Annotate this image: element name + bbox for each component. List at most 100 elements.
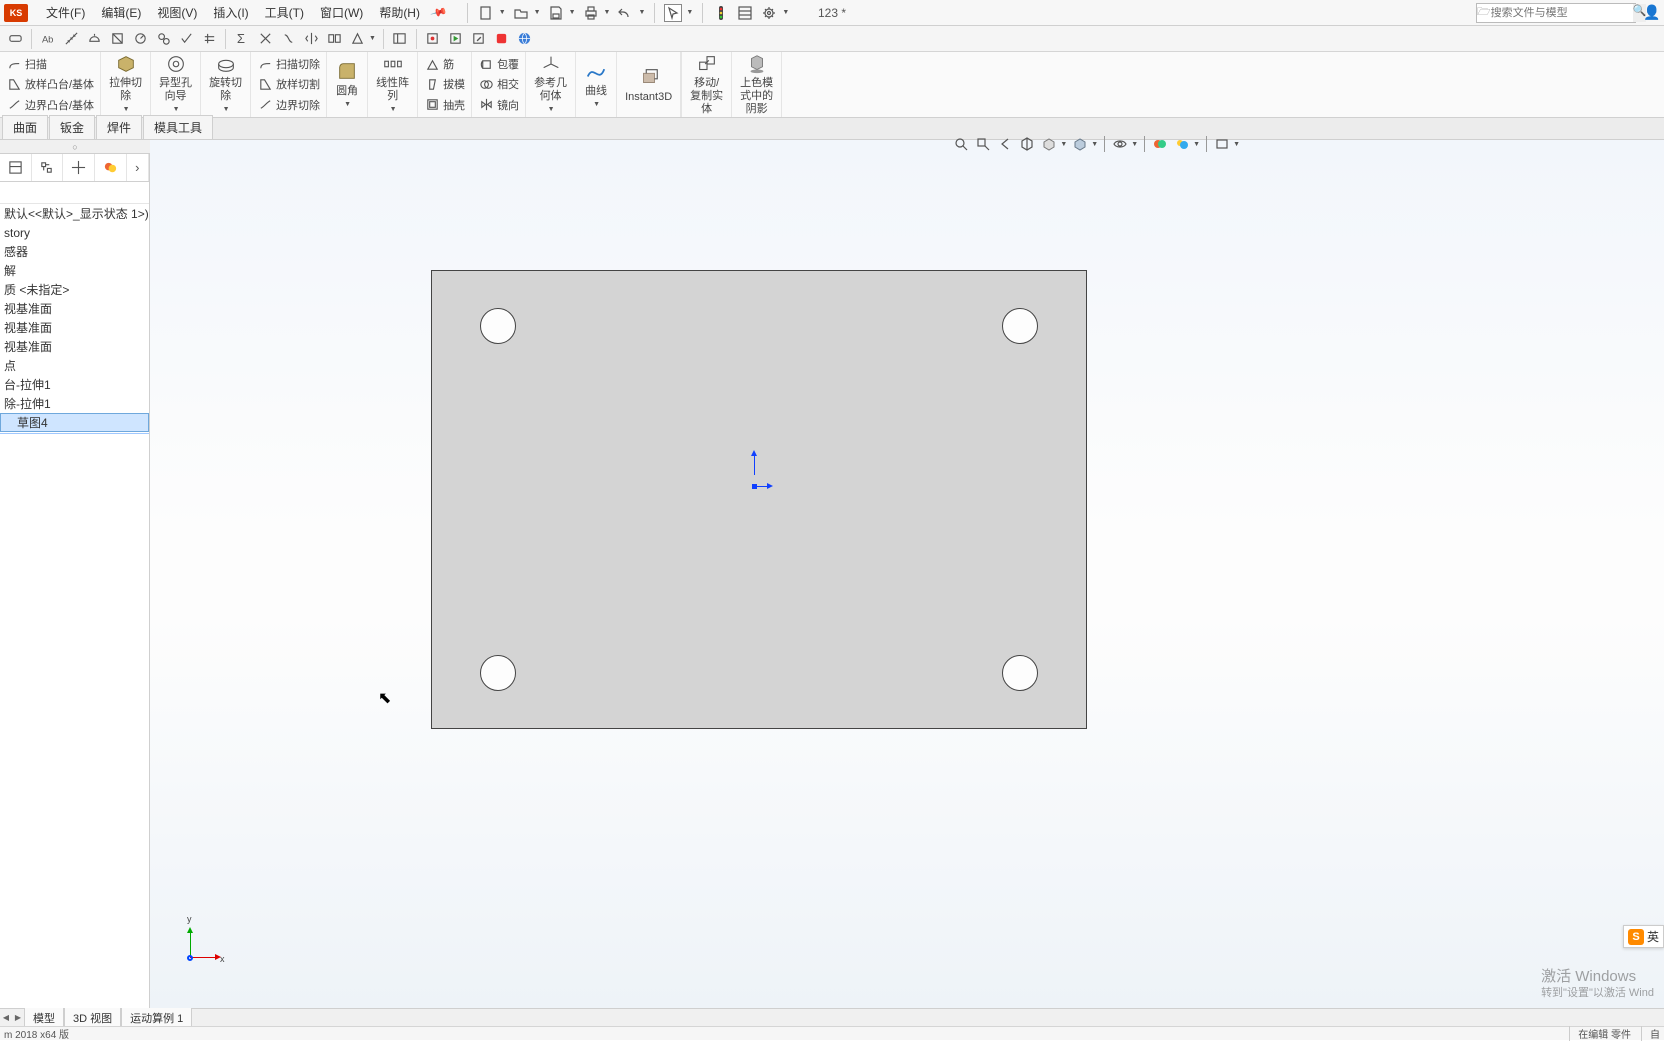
btab-prev-icon[interactable]: ◀ xyxy=(0,1013,12,1022)
measure-icon[interactable] xyxy=(62,30,80,48)
ribbon-wrap[interactable]: 包覆 xyxy=(478,54,519,74)
save-icon[interactable] xyxy=(547,4,565,22)
tree-history[interactable]: story xyxy=(0,223,149,242)
panel-tab-appearance-icon[interactable] xyxy=(95,154,127,181)
btab-model[interactable]: 模型 xyxy=(24,1008,64,1028)
hole-bottom-right[interactable] xyxy=(1002,655,1038,691)
menu-file[interactable]: 文件(F) xyxy=(38,4,93,21)
apply-scene-icon[interactable] xyxy=(1173,135,1191,153)
ribbon-hole-wizard[interactable]: 异型孔 向导▼ xyxy=(151,52,201,117)
menu-window[interactable]: 窗口(W) xyxy=(312,4,371,21)
hole-bottom-left[interactable] xyxy=(480,655,516,691)
menu-edit[interactable]: 编辑(E) xyxy=(93,4,149,21)
ime-indicator[interactable]: S 英 xyxy=(1623,925,1664,948)
view-settings-icon[interactable] xyxy=(1213,135,1231,153)
macro-record-icon[interactable] xyxy=(424,30,442,48)
tree-material[interactable]: 质 <未指定> xyxy=(0,280,149,299)
ribbon-revolved-cut[interactable]: 旋转切 除▼ xyxy=(201,52,251,117)
select-icon[interactable] xyxy=(664,4,682,22)
tree-root[interactable]: 默认<<默认>_显示状态 1>) xyxy=(0,204,149,223)
print-icon[interactable] xyxy=(582,4,600,22)
tree-sensors[interactable]: 感器 xyxy=(0,242,149,261)
menu-help[interactable]: 帮助(H) xyxy=(371,4,428,21)
addins-icon[interactable] xyxy=(493,30,511,48)
options-icon[interactable] xyxy=(760,4,778,22)
tree-boss-extrude1[interactable]: 台-拉伸1 xyxy=(0,375,149,394)
ribbon-mirror[interactable]: 镜向 xyxy=(478,95,519,115)
tree-right-plane[interactable]: 视基准面 xyxy=(0,337,149,356)
tab-mold-tools[interactable]: 模具工具 xyxy=(143,115,213,139)
draft-analysis-icon[interactable] xyxy=(348,30,366,48)
panel-tab-feature-tree-icon[interactable] xyxy=(0,154,32,181)
deviation-icon[interactable] xyxy=(256,30,274,48)
ribbon-move-copy-body[interactable]: 移动/ 复制实 体 xyxy=(682,52,732,117)
check-spelling-icon[interactable]: Ab xyxy=(39,30,57,48)
tree-origin[interactable]: 点 xyxy=(0,356,149,375)
macro-edit-icon[interactable] xyxy=(470,30,488,48)
tree-annotations[interactable]: 解 xyxy=(0,261,149,280)
import-diagnostics-icon[interactable] xyxy=(200,30,218,48)
hole-top-right[interactable] xyxy=(1002,308,1038,344)
equations-icon[interactable]: Σ xyxy=(233,30,251,48)
tab-sheetmetal[interactable]: 钣金 xyxy=(49,115,95,139)
open-icon[interactable] xyxy=(512,4,530,22)
tree-front-plane[interactable]: 视基准面 xyxy=(0,299,149,318)
previous-view-icon[interactable] xyxy=(996,135,1014,153)
vr-icon[interactable] xyxy=(6,30,24,48)
ribbon-curves[interactable]: 曲线▼ xyxy=(576,52,617,117)
panel-tab-more-icon[interactable]: › xyxy=(127,154,149,181)
ribbon-loft-cut[interactable]: 放样切割 xyxy=(257,74,320,94)
traffic-light-icon[interactable] xyxy=(712,4,730,22)
panel-tab-property-icon[interactable] xyxy=(32,154,64,181)
mass-properties-icon[interactable] xyxy=(85,30,103,48)
menu-tools[interactable]: 工具(T) xyxy=(257,4,312,21)
tab-surface[interactable]: 曲面 xyxy=(2,115,48,139)
view-triad[interactable]: y x xyxy=(180,918,230,968)
ribbon-linear-pattern[interactable]: 线性阵 列▼ xyxy=(368,52,418,117)
ribbon-sweep[interactable]: 扫描 xyxy=(6,54,94,74)
compare-icon[interactable] xyxy=(325,30,343,48)
btab-motion-study[interactable]: 运动算例 1 xyxy=(121,1008,192,1028)
undo-icon[interactable] xyxy=(616,4,634,22)
dimxpert-icon[interactable] xyxy=(391,30,409,48)
ribbon-loft-boss[interactable]: 放样凸台/基体 xyxy=(6,74,94,94)
ribbon-intersect[interactable]: 相交 xyxy=(478,74,519,94)
tree-cut-extrude1[interactable]: 除-拉伸1 xyxy=(0,394,149,413)
btab-3d-view[interactable]: 3D 视图 xyxy=(64,1008,121,1028)
tree-top-plane[interactable]: 视基准面 xyxy=(0,318,149,337)
section-properties-icon[interactable] xyxy=(108,30,126,48)
tree-sketch4[interactable]: 草图4 xyxy=(0,413,149,432)
ribbon-fillet[interactable]: 圆角▼ xyxy=(327,52,368,117)
sensor-icon[interactable] xyxy=(131,30,149,48)
check-geometry-icon[interactable] xyxy=(177,30,195,48)
search-input[interactable] xyxy=(1491,7,1633,19)
panel-grip[interactable]: ○ xyxy=(0,140,150,154)
hide-show-icon[interactable] xyxy=(1111,135,1129,153)
tab-weldments[interactable]: 焊件 xyxy=(96,115,142,139)
ribbon-instant3d[interactable]: Instant3D xyxy=(617,52,681,117)
macro-play-icon[interactable] xyxy=(447,30,465,48)
pin-icon[interactable]: 📌 xyxy=(430,3,448,21)
ribbon-boundary-cut[interactable]: 边界切除 xyxy=(257,95,320,115)
form-icon[interactable] xyxy=(736,4,754,22)
ribbon-shaded-mode-shadow[interactable]: 上色模 式中的 阴影 xyxy=(732,52,782,117)
new-icon[interactable] xyxy=(477,4,495,22)
model-plate[interactable] xyxy=(431,270,1087,729)
ribbon-swept-cut[interactable]: 扫描切除 xyxy=(257,54,320,74)
menu-insert[interactable]: 插入(I) xyxy=(205,4,256,21)
btab-next-icon[interactable]: ▶ xyxy=(12,1013,24,1022)
thickness-icon[interactable] xyxy=(279,30,297,48)
ribbon-draft[interactable]: 拔模 xyxy=(424,74,465,94)
panel-tab-configuration-icon[interactable] xyxy=(63,154,95,181)
ribbon-shell[interactable]: 抽壳 xyxy=(424,95,465,115)
hole-top-left[interactable] xyxy=(480,308,516,344)
ribbon-rib[interactable]: 筋 xyxy=(424,54,465,74)
globe-icon[interactable] xyxy=(516,30,534,48)
edit-appearance-icon[interactable] xyxy=(1151,135,1169,153)
display-style-icon[interactable] xyxy=(1071,135,1089,153)
graphics-area[interactable]: ▼ ▼ ▼ ▼ ▼ ⬉ y x S 英 xyxy=(150,140,1664,1008)
statistics-icon[interactable] xyxy=(154,30,172,48)
menu-view[interactable]: 视图(V) xyxy=(149,4,205,21)
section-view-icon[interactable] xyxy=(1018,135,1036,153)
view-orientation-icon[interactable] xyxy=(1040,135,1058,153)
